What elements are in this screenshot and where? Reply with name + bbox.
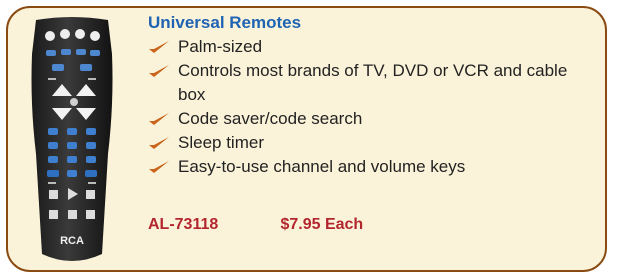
product-card: RCA Universal Remotes Palm-sized Control… [6, 6, 607, 272]
check-icon [149, 161, 169, 173]
order-info: AL-73118 $7.95 Each [148, 216, 363, 234]
remote-control-illustration: RCA [31, 17, 113, 261]
check-icon [149, 41, 169, 53]
list-item: Palm-sized [148, 35, 588, 59]
feature-text: Code saver/code search [178, 109, 363, 128]
list-item: Code saver/code search [148, 107, 588, 131]
list-item: Controls most brands of TV, DVD or VCR a… [148, 59, 588, 107]
check-icon [149, 65, 169, 77]
feature-text: Controls most brands of TV, DVD or VCR a… [178, 61, 568, 104]
list-item: Easy-to-use channel and volume keys [148, 155, 588, 179]
feature-text: Easy-to-use channel and volume keys [178, 157, 466, 176]
product-details: Universal Remotes Palm-sized Controls mo… [148, 12, 588, 179]
product-price: $7.95 Each [280, 216, 364, 233]
product-sku: AL-73118 [148, 216, 219, 233]
remote-control-image: RCA [22, 14, 122, 270]
feature-list: Palm-sized Controls most brands of TV, D… [148, 35, 588, 179]
check-icon [149, 113, 169, 125]
product-title: Universal Remotes [148, 13, 302, 32]
feature-text: Sleep timer [178, 133, 264, 152]
feature-text: Palm-sized [178, 37, 263, 56]
list-item: Sleep timer [148, 131, 588, 155]
check-icon [149, 137, 169, 149]
brand-logo: RCA [60, 235, 84, 247]
